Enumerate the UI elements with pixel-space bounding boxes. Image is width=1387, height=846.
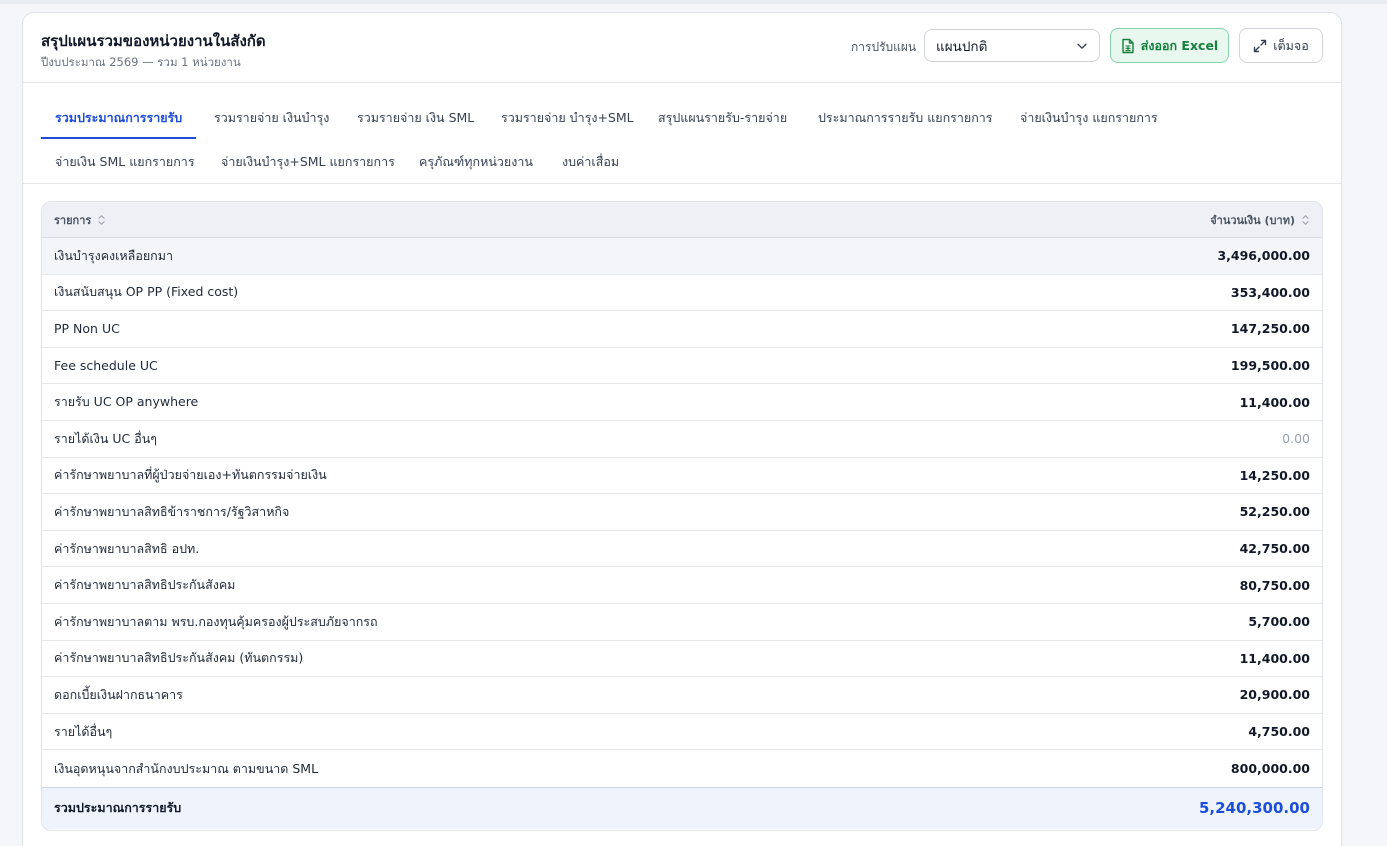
- plan-adjust-label: การปรับแผน: [851, 40, 917, 54]
- row-amount: 3,496,000.00: [1217, 248, 1310, 264]
- row-item-name: ค่ารักษาพยาบาลสิทธิข้าราชการ/รัฐวิสาหกิจ: [54, 503, 290, 519]
- tab-income-by-item[interactable]: ประมาณการรายรับ แยกรายการ: [804, 97, 1007, 139]
- plan-select[interactable]: แผนปกติ: [924, 29, 1100, 62]
- row-amount: 11,400.00: [1239, 394, 1310, 410]
- column-header-item-label: รายการ: [54, 213, 92, 227]
- card-header: สรุปแผนรวมของหน่วยงานในสังกัด ปีงบประมาณ…: [23, 13, 1341, 83]
- total-row: รวมประมาณการรายรับ 5,240,300.00: [42, 786, 1322, 829]
- table-row: ค่ารักษาพยาบาลสิทธิ อปท. 42,750.00: [42, 531, 1322, 568]
- row-item-name: เงินอุดหนุนจากสำนักงบประมาณ ตามขนาด SML: [54, 760, 319, 776]
- row-item-name: ค่ารักษาพยาบาลตาม พรบ.กองทุนคุ้มครองผู้ป…: [54, 613, 378, 629]
- column-header-item[interactable]: รายการ: [54, 211, 106, 229]
- total-label: รวมประมาณการรายรับ: [54, 800, 182, 816]
- table-row: เงินบำรุงคงเหลือยกมา 3,496,000.00: [42, 238, 1322, 275]
- table-row: ค่ารักษาพยาบาลสิทธิประกันสังคม (ทันตกรรม…: [42, 641, 1322, 678]
- tab-sml-by-item[interactable]: จ่ายเงิน SML แยกรายการ: [41, 141, 209, 183]
- row-amount: 42,750.00: [1239, 541, 1310, 557]
- row-amount: 800,000.00: [1230, 761, 1310, 777]
- row-amount: 353,400.00: [1230, 284, 1310, 300]
- column-header-amount-label: จำนวนเงิน (บาท): [1210, 213, 1295, 227]
- column-header-amount[interactable]: จำนวนเงิน (บาท): [1210, 211, 1310, 229]
- table-row: เงินสนับสนุน OP PP (Fixed cost) 353,400.…: [42, 275, 1322, 312]
- tab-expense-maintenance[interactable]: รวมรายจ่าย เงินบำรุง: [200, 97, 343, 139]
- table-row: รายได้เงิน UC อื่นๆ 0.00: [42, 421, 1322, 458]
- tab-expense-sml[interactable]: รวมรายจ่าย เงิน SML: [343, 97, 488, 139]
- tab-maintenance-sml-by-item[interactable]: จ่ายเงินบำรุง+SML แยกรายการ: [207, 141, 409, 183]
- table-row: ค่ารักษาพยาบาลสิทธิข้าราชการ/รัฐวิสาหกิจ…: [42, 494, 1322, 531]
- row-amount: 147,250.00: [1230, 321, 1310, 337]
- row-item-name: ค่ารักษาพยาบาลสิทธิประกันสังคม (ทันตกรรม…: [54, 650, 304, 666]
- row-item-name: รายได้เงิน UC อื่นๆ: [54, 430, 157, 446]
- income-table: รายการ จำนวนเงิน (บาท) เงินบำรุงคงเหลือย…: [41, 201, 1323, 831]
- export-excel-button[interactable]: ส่งออก Excel: [1110, 28, 1229, 63]
- chevron-down-icon: [1077, 43, 1087, 49]
- table-row: รายได้อื่นๆ 4,750.00: [42, 714, 1322, 751]
- row-item-name: เงินสนับสนุน OP PP (Fixed cost): [54, 284, 239, 300]
- fullscreen-label: เต็มจอ: [1273, 37, 1309, 53]
- summary-card: สรุปแผนรวมของหน่วยงานในสังกัด ปีงบประมาณ…: [22, 12, 1342, 846]
- row-item-name: PP Non UC: [54, 321, 120, 337]
- row-item-name: รายได้อื่นๆ: [54, 723, 113, 739]
- table-row: Fee schedule UC 199,500.00: [42, 348, 1322, 385]
- export-excel-label: ส่งออก Excel: [1140, 37, 1219, 53]
- report-tabs: รวมประมาณการรายรับ รวมรายจ่าย เงินบำรุง …: [23, 84, 1341, 184]
- table-header: รายการ จำนวนเงิน (บาท): [42, 202, 1322, 238]
- row-amount: 199,500.00: [1230, 358, 1310, 374]
- tab-depreciation-budget[interactable]: งบค่าเสื่อม: [548, 141, 633, 183]
- row-amount: 5,700.00: [1248, 614, 1310, 630]
- row-amount: 52,250.00: [1239, 504, 1310, 520]
- page-title: สรุปแผนรวมของหน่วยงานในสังกัด: [41, 32, 266, 50]
- row-amount: 11,400.00: [1239, 650, 1310, 666]
- tab-income-expense-plan[interactable]: สรุปแผนรายรับ-รายจ่าย: [644, 97, 801, 139]
- plan-select-value: แผนปกติ: [936, 38, 988, 55]
- table-row: รายรับ UC OP anywhere 11,400.00: [42, 384, 1322, 421]
- row-item-name: ค่ารักษาพยาบาลที่ผู้ป่วยจ่ายเอง+ทันตกรรม…: [54, 467, 327, 483]
- sort-icon: [1302, 214, 1309, 225]
- sort-icon: [98, 214, 105, 225]
- row-amount: 14,250.00: [1239, 467, 1310, 483]
- tab-income-summary[interactable]: รวมประมาณการรายรับ: [41, 97, 197, 139]
- row-item-name: เงินบำรุงคงเหลือยกมา: [54, 247, 173, 263]
- row-amount: 4,750.00: [1248, 724, 1310, 740]
- row-amount: 20,900.00: [1239, 687, 1310, 703]
- row-amount: 0.00: [1282, 431, 1310, 447]
- tab-maintenance-by-item[interactable]: จ่ายเงินบำรุง แยกรายการ: [1006, 97, 1172, 139]
- table-row: เงินอุดหนุนจากสำนักงบประมาณ ตามขนาด SML …: [42, 750, 1322, 787]
- tab-expense-maintenance-sml[interactable]: รวมรายจ่าย บำรุง+SML: [487, 97, 648, 139]
- row-item-name: รายรับ UC OP anywhere: [54, 394, 199, 410]
- tab-equipment-all-units[interactable]: ครุภัณฑ์ทุกหน่วยงาน: [405, 141, 547, 183]
- expand-icon: [1254, 39, 1267, 52]
- total-amount: 5,240,300.00: [1198, 799, 1310, 818]
- table-row: ค่ารักษาพยาบาลสิทธิประกันสังคม 80,750.00: [42, 567, 1322, 604]
- fullscreen-button[interactable]: เต็มจอ: [1239, 28, 1323, 63]
- table-row: ดอกเบี้ยเงินฝากธนาคาร 20,900.00: [42, 677, 1322, 714]
- page-subtitle: ปีงบประมาณ 2569 — รวม 1 หน่วยงาน: [41, 55, 241, 69]
- table-row: ค่ารักษาพยาบาลที่ผู้ป่วยจ่ายเอง+ทันตกรรม…: [42, 458, 1322, 495]
- row-item-name: ดอกเบี้ยเงินฝากธนาคาร: [54, 686, 183, 702]
- row-item-name: ค่ารักษาพยาบาลสิทธิ อปท.: [54, 540, 200, 556]
- row-amount: 80,750.00: [1239, 577, 1310, 593]
- row-item-name: Fee schedule UC: [54, 358, 158, 374]
- top-strip: [0, 0, 1387, 4]
- table-row: PP Non UC 147,250.00: [42, 311, 1322, 348]
- row-item-name: ค่ารักษาพยาบาลสิทธิประกันสังคม: [54, 577, 236, 593]
- table-row: ค่ารักษาพยาบาลตาม พรบ.กองทุนคุ้มครองผู้ป…: [42, 604, 1322, 641]
- spreadsheet-file-icon: [1122, 38, 1134, 53]
